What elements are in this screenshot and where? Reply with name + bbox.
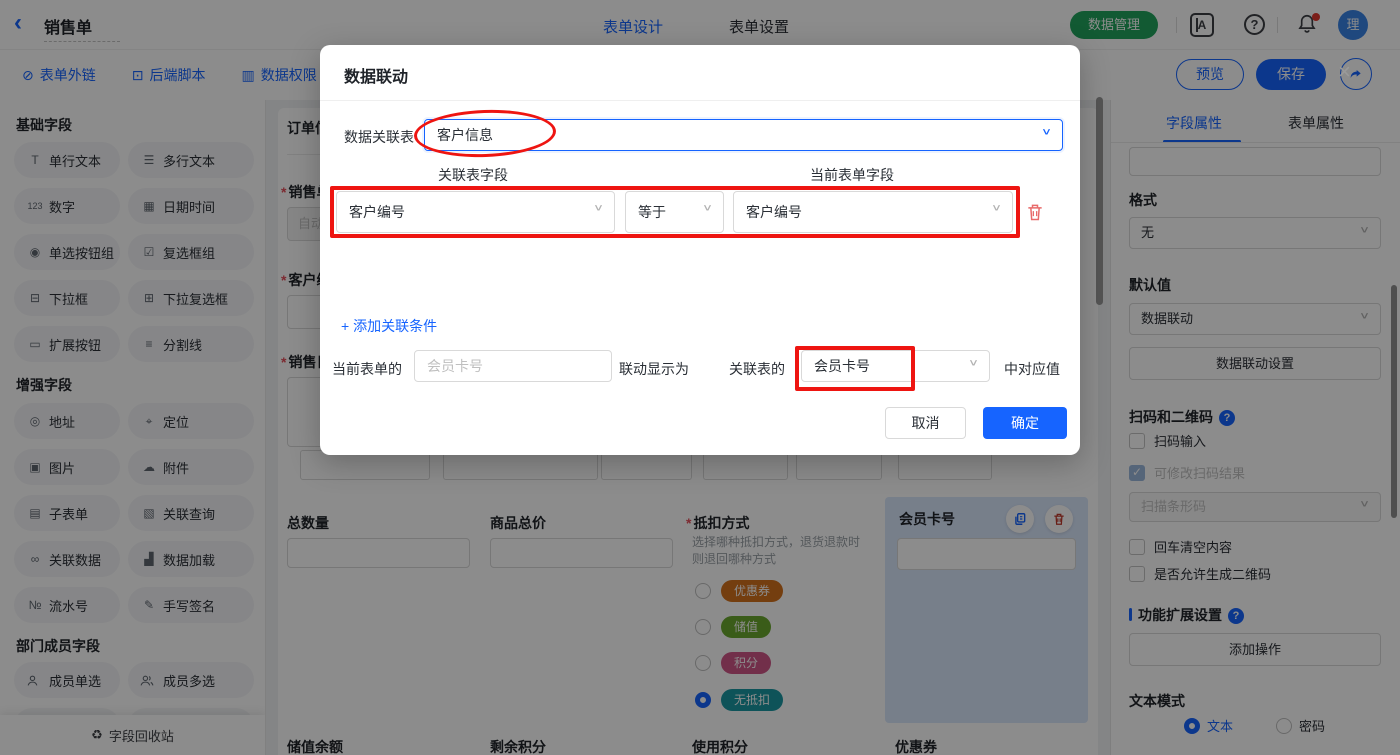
related-field-value: 会员卡号 — [814, 358, 870, 374]
chevron-down-icon: ∨ — [1041, 123, 1052, 142]
condition-right-field-select[interactable]: 客户编号 ∨ — [733, 191, 1013, 233]
current-field-input[interactable]: 会员卡号 — [414, 350, 612, 382]
show-as-label: 联动显示为 — [619, 359, 689, 379]
related-field-select[interactable]: 会员卡号 ∨ — [801, 350, 990, 382]
confirm-button[interactable]: 确定 — [983, 407, 1067, 439]
current-form-label: 当前表单的 — [332, 359, 402, 379]
chevron-down-icon: ∨ — [593, 196, 604, 221]
condition-operator-value: 等于 — [638, 204, 666, 220]
chevron-down-icon: ∨ — [968, 354, 979, 373]
condition-right-value: 客户编号 — [746, 204, 802, 220]
condition-left-field-select[interactable]: 客户编号 ∨ — [336, 191, 615, 233]
chevron-down-icon: ∨ — [991, 196, 1002, 221]
modal-title: 数据联动 — [344, 63, 408, 87]
app-root: ‹ 销售单 表单设计 表单设置 数据管理 A ? 理 ⊘表单外链 ⊡后端脚本 ▥… — [0, 0, 1400, 755]
close-icon[interactable]: × — [1338, 59, 1351, 85]
add-condition-link[interactable]: + 添加关联条件 — [341, 316, 437, 336]
column-header-current-field: 当前表单字段 — [810, 165, 894, 185]
condition-left-value: 客户编号 — [349, 204, 405, 220]
relation-table-value: 客户信息 — [437, 127, 493, 143]
add-condition-label: 添加关联条件 — [353, 318, 437, 334]
relation-table-select[interactable]: 客户信息 ∨ — [424, 119, 1063, 151]
data-linkage-modal: 数据联动 × 数据关联表 客户信息 ∨ 关联表字段 当前表单字段 客户编号 ∨ … — [320, 45, 1080, 455]
delete-condition-icon[interactable] — [1025, 202, 1045, 222]
condition-operator-select[interactable]: 等于 ∨ — [625, 191, 724, 233]
cancel-button[interactable]: 取消 — [885, 407, 966, 439]
chevron-down-icon: ∨ — [702, 196, 713, 221]
relation-table-label: 数据关联表 — [344, 127, 414, 147]
column-header-related-field: 关联表字段 — [438, 165, 508, 185]
suffix-label: 中对应值 — [1004, 359, 1060, 379]
modal-header-divider — [320, 100, 1080, 101]
related-table-label: 关联表的 — [729, 359, 785, 379]
plus-icon: + — [341, 318, 349, 334]
